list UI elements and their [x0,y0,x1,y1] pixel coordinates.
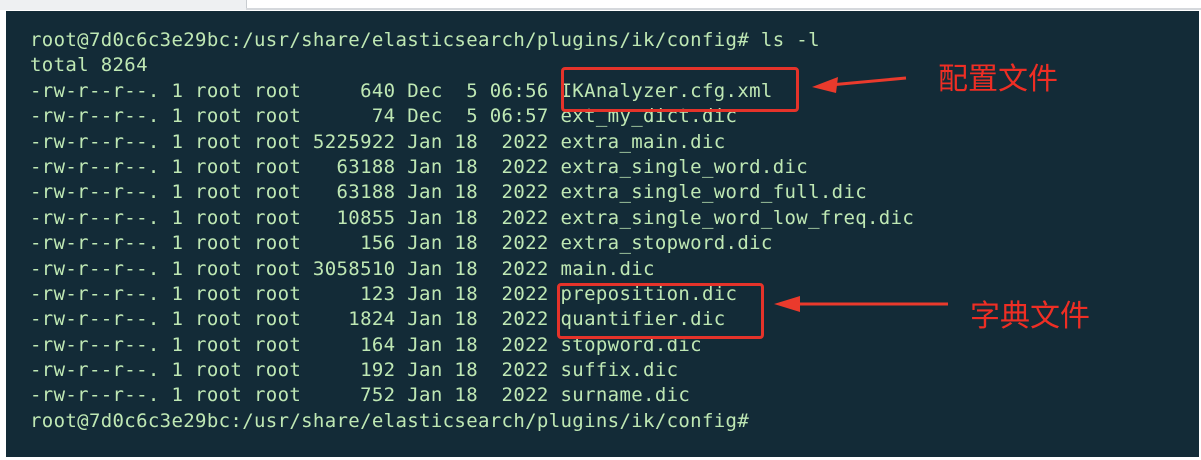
terminal-line-file: -rw-r--r--. 1 root root 63188 Jan 18 202… [30,155,809,178]
terminal-line-file: -rw-r--r--. 1 root root 752 Jan 18 2022 … [30,384,691,407]
terminal-line-prompt-command: root@7d0c6c3e29bc:/usr/share/elasticsear… [30,29,820,51]
terminal-line-file: -rw-r--r--. 1 root root 123 Jan 18 2022 … [30,282,738,305]
terminal-line-file: -rw-r--r--. 1 root root 192 Jan 18 2022 … [30,359,679,382]
terminal-line-file: -rw-r--r--. 1 root root 156 Jan 18 2022 … [30,232,773,255]
config-file-label: 配置文件 [938,62,1058,97]
window-frame-top [0,0,1201,10]
dict-files-highlight-box [557,283,764,339]
terminal-line-file: -rw-r--r--. 1 root root 1824 Jan 18 2022… [30,308,726,331]
config-file-highlight-box [561,67,799,112]
window-tab[interactable] [0,0,247,10]
terminal-line-file: -rw-r--r--. 1 root root 63188 Jan 18 202… [30,181,868,204]
terminal-line-file: -rw-r--r--. 1 root root 10855 Jan 18 202… [30,206,915,229]
terminal-line-file: -rw-r--r--. 1 root root 5225922 Jan 18 2… [30,130,726,153]
dict-file-label: 字典文件 [970,299,1090,334]
frame-divider [246,8,1201,10]
terminal-line-prompt: root@7d0c6c3e29bc:/usr/share/elasticsear… [30,409,750,432]
terminal-line-file: -rw-r--r--. 1 root root 164 Jan 18 2022 … [30,333,702,356]
terminal-line-file: -rw-r--r--. 1 root root 3058510 Jan 18 2… [30,257,655,280]
